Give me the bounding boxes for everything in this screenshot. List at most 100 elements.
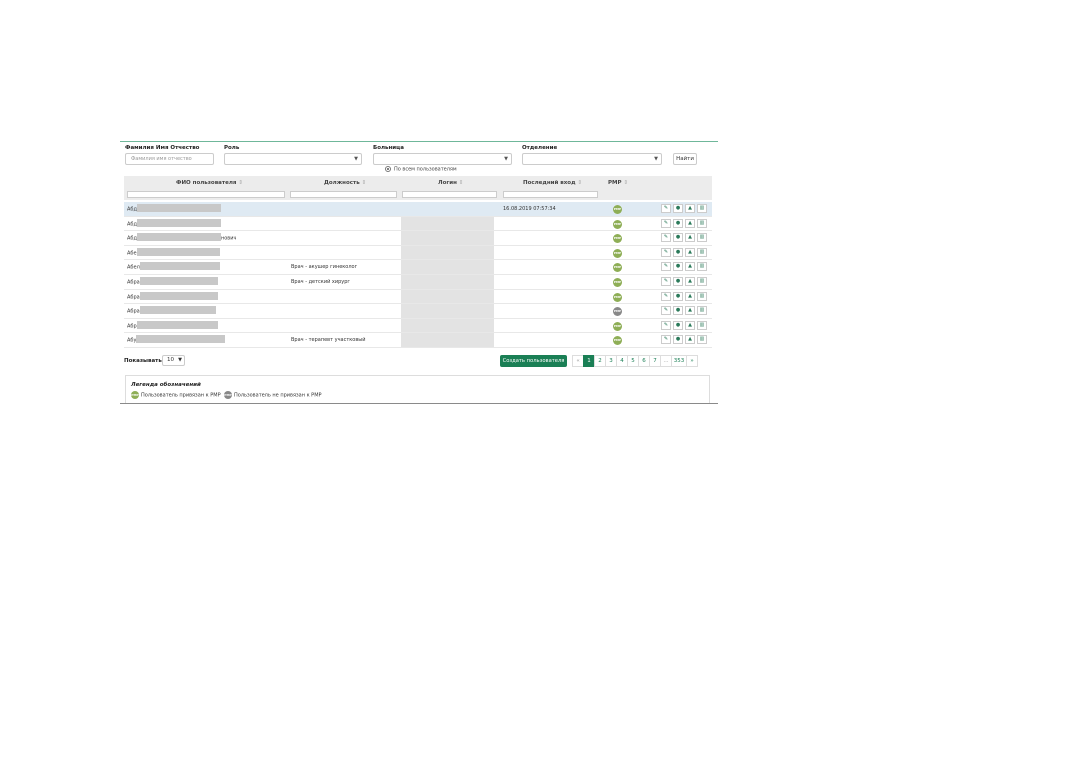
lock-icon[interactable]: ▲ — [685, 335, 695, 345]
trash-icon[interactable]: ▥ — [697, 291, 707, 301]
pencil-icon[interactable]: ✎ — [661, 320, 671, 330]
legend-title: Легенда обозначений — [131, 382, 201, 388]
fio-input[interactable]: Фамилия имя отчество — [125, 153, 214, 165]
eye-icon[interactable]: ● — [673, 335, 683, 345]
eye-icon[interactable]: ● — [673, 306, 683, 316]
eye-icon[interactable]: ● — [673, 277, 683, 286]
department-select[interactable]: ▼ — [522, 153, 662, 165]
all-users-radio[interactable]: По всем пользователям — [385, 166, 457, 173]
lock-icon[interactable]: ▲ — [685, 204, 695, 213]
legend-linked-label: Пользователь привязан к РМР — [141, 392, 221, 399]
rmp-linked-badge-icon: РМР — [613, 234, 622, 244]
table-row[interactable]: Абра РМР ✎ ● ▲ ▥ — [124, 304, 712, 319]
column-header-rmp[interactable]: РМР ⇕ — [608, 180, 628, 186]
trash-icon[interactable]: ▥ — [697, 262, 707, 272]
chevron-down-icon: ▼ — [354, 156, 358, 162]
column-header-login[interactable]: Логин ⇕ — [438, 180, 463, 186]
sort-icon[interactable]: ⇕ — [238, 180, 243, 186]
page-size-value: 10 — [167, 357, 174, 363]
role-select[interactable]: ▼ — [224, 153, 362, 165]
pencil-icon[interactable]: ✎ — [661, 335, 671, 345]
pencil-icon[interactable]: ✎ — [661, 291, 671, 301]
sort-icon[interactable]: ⇕ — [362, 180, 367, 186]
column-header-position[interactable]: Должность ⇕ — [324, 180, 366, 186]
table-row[interactable]: Абе РМР ✎ ● ▲ ▥ — [124, 246, 712, 261]
eye-icon[interactable]: ● — [673, 218, 683, 228]
last-login-cell: 16.08.2019 07:57:34 — [503, 206, 556, 212]
pencil-icon[interactable]: ✎ — [661, 233, 671, 243]
trash-icon[interactable]: ▥ — [697, 277, 707, 286]
redacted-name — [136, 233, 221, 242]
trash-icon[interactable]: ▥ — [697, 204, 707, 213]
next-page-button[interactable]: » — [686, 355, 698, 367]
page-353-button[interactable]: 353 — [671, 355, 687, 367]
eye-icon[interactable]: ● — [673, 320, 683, 330]
legend-not-linked-label: Пользователь не привязан к РМР — [234, 392, 322, 399]
user-name-cell: Абра — [127, 306, 216, 315]
eye-icon[interactable]: ● — [673, 204, 683, 213]
user-name-cell: Абд нович — [127, 233, 236, 242]
pencil-icon[interactable]: ✎ — [661, 204, 671, 213]
all-users-radio-label: По всем пользователям — [394, 166, 457, 173]
lock-icon[interactable]: ▲ — [685, 218, 695, 228]
lock-icon[interactable]: ▲ — [685, 247, 695, 257]
lock-icon[interactable]: ▲ — [685, 233, 695, 243]
trash-icon[interactable]: ▥ — [697, 247, 707, 257]
pencil-icon[interactable]: ✎ — [661, 306, 671, 316]
trash-icon[interactable]: ▥ — [697, 233, 707, 243]
table-row[interactable]: Абра РМР ✎ ● ▲ ▥ — [124, 290, 712, 305]
redacted-name — [139, 277, 218, 285]
user-name-cell: Абра — [127, 291, 218, 300]
trash-icon[interactable]: ▥ — [697, 320, 707, 330]
table-row[interactable]: Абу Врач - терапевт участковый РМР ✎ ● ▲ ▥ — [124, 333, 712, 348]
table-row[interactable]: Абд нович РМР ✎ ● ▲ ▥ — [124, 231, 712, 246]
sort-icon[interactable]: ⇕ — [577, 180, 582, 186]
find-button[interactable]: Найти — [673, 153, 697, 165]
create-user-button[interactable]: Создать пользователя — [500, 355, 567, 367]
redacted-name — [136, 218, 221, 227]
column-header-last-login[interactable]: Последний вход ⇕ — [523, 180, 582, 186]
table-row[interactable]: Абд 16.08.2019 07:57:34 РМР ✎ ● ▲ ▥ — [124, 202, 712, 217]
pencil-icon[interactable]: ✎ — [661, 262, 671, 272]
eye-icon[interactable]: ● — [673, 291, 683, 301]
chevron-down-icon: ▼ — [654, 156, 658, 162]
sort-icon[interactable]: ⇕ — [459, 180, 464, 186]
user-name-cell: Абу — [127, 335, 226, 344]
pencil-icon[interactable]: ✎ — [661, 277, 671, 286]
pencil-icon[interactable]: ✎ — [661, 218, 671, 228]
trash-icon[interactable]: ▥ — [697, 335, 707, 345]
legend-item-linked: РМР Пользователь привязан к РМР — [131, 391, 221, 399]
user-name-cell: Абра — [127, 277, 218, 286]
table-row[interactable]: Абра Врач - детский хирург РМР ✎ ● ▲ ▥ — [124, 275, 712, 290]
lock-icon[interactable]: ▲ — [685, 320, 695, 330]
eye-icon[interactable]: ● — [673, 247, 683, 257]
hospital-select[interactable]: ▼ — [373, 153, 512, 165]
column-header-fio[interactable]: ФИО пользователя ⇕ — [176, 180, 243, 186]
page-size-select[interactable]: 10 ▼ — [162, 355, 185, 366]
department-label: Отделение — [522, 145, 558, 151]
table-row[interactable]: Абел Врач - акушер гинеколог РМР ✎ ● ▲ ▥ — [124, 260, 712, 275]
user-name-cell: Абел — [127, 262, 220, 271]
rmp-linked-badge-icon: РМР — [613, 321, 622, 331]
lock-icon[interactable]: ▲ — [685, 277, 695, 286]
users-panel: Фамилия Имя Отчество Фамилия имя отчеств… — [120, 141, 718, 404]
fio-column-filter[interactable] — [127, 191, 285, 198]
last-login-column-filter[interactable] — [503, 191, 598, 198]
lock-icon[interactable]: ▲ — [685, 291, 695, 301]
redacted-name — [139, 262, 220, 271]
lock-icon[interactable]: ▲ — [685, 262, 695, 272]
redacted-name — [136, 320, 218, 329]
pencil-icon[interactable]: ✎ — [661, 247, 671, 257]
radio-icon[interactable] — [385, 166, 391, 172]
trash-icon[interactable]: ▥ — [697, 218, 707, 228]
login-column-filter[interactable] — [402, 191, 497, 198]
table-row[interactable]: Абд РМР ✎ ● ▲ ▥ — [124, 217, 712, 232]
eye-icon[interactable]: ● — [673, 262, 683, 272]
trash-icon[interactable]: ▥ — [697, 306, 707, 316]
legend: Легенда обозначений РМР Пользователь прив… — [125, 375, 710, 403]
position-column-filter[interactable] — [290, 191, 397, 198]
lock-icon[interactable]: ▲ — [685, 306, 695, 316]
eye-icon[interactable]: ● — [673, 233, 683, 243]
sort-icon[interactable]: ⇕ — [623, 180, 628, 186]
table-row[interactable]: Абр РМР ✎ ● ▲ ▥ — [124, 319, 712, 334]
